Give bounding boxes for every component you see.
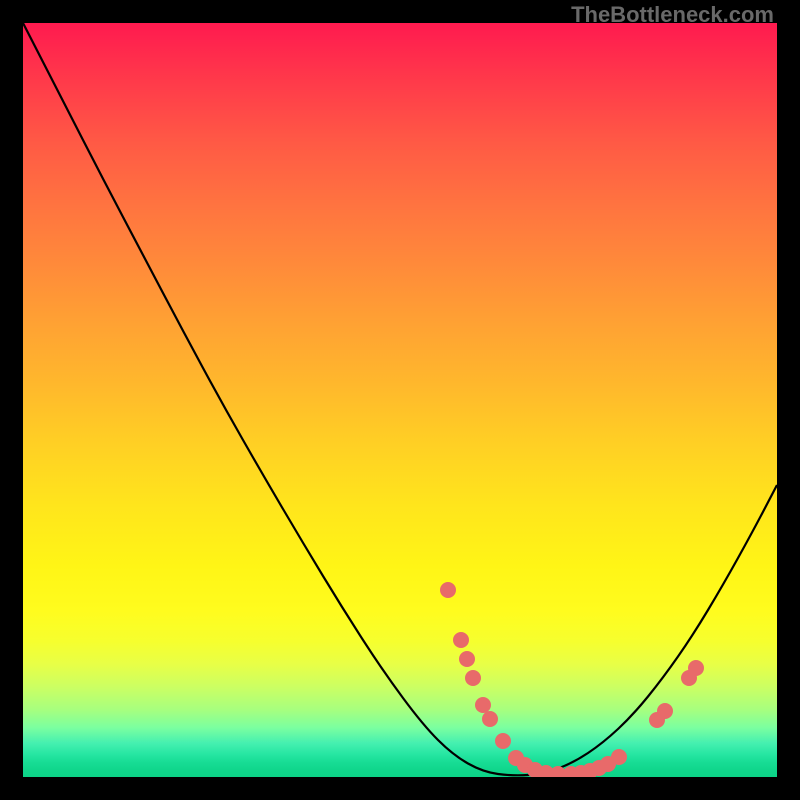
curve-path xyxy=(23,23,777,775)
data-marker xyxy=(482,711,498,727)
data-marker xyxy=(688,660,704,676)
data-marker xyxy=(440,582,456,598)
chart-area xyxy=(23,23,777,777)
data-marker xyxy=(453,632,469,648)
data-marker xyxy=(611,749,627,765)
data-marker xyxy=(465,670,481,686)
marker-group xyxy=(440,582,704,777)
data-marker xyxy=(459,651,475,667)
chart-svg xyxy=(23,23,777,777)
data-marker xyxy=(475,697,491,713)
watermark-text: TheBottleneck.com xyxy=(571,2,774,28)
data-marker xyxy=(657,703,673,719)
data-marker xyxy=(495,733,511,749)
